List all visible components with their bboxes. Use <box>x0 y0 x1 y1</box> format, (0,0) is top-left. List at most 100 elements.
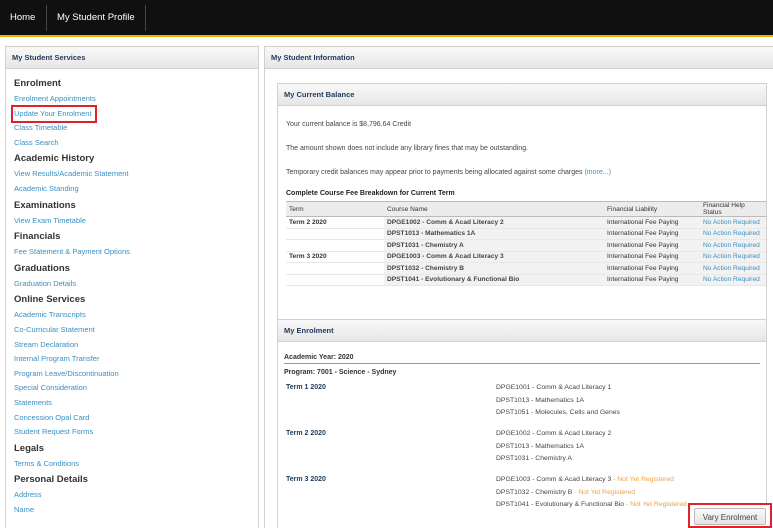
sidebar-section-heading: Online Services <box>14 294 86 306</box>
vary-enrolment-button[interactable]: Vary Enrolment <box>694 508 766 525</box>
cell-financial-help-status[interactable]: No Action Required <box>700 239 766 252</box>
enrolled-course: DPST1013 - Mathematics 1A <box>496 395 620 408</box>
cell-course-name: DPGE1003 - Comm & Acad Literacy 3 <box>384 251 604 263</box>
sidebar-section-heading: Financials <box>14 231 61 243</box>
sidebar-link-co-curricular-statement[interactable]: Co-Curricular Statement <box>14 323 258 338</box>
not-yet-registered-status: - Not Yet Registered <box>572 488 636 496</box>
sidebar-link-statements[interactable]: Statements <box>14 396 258 411</box>
fee-breakdown-title: Complete Course Fee Breakdown for Curren… <box>286 190 455 197</box>
enrolled-course: DPST1032 - Chemistry B - Not Yet Registe… <box>496 487 687 500</box>
main-panel-title: My Student Information <box>265 47 773 69</box>
cell-financial-liability: International Fee Paying <box>604 228 700 240</box>
cell-term <box>286 262 384 275</box>
sidebar-link-class-timetable[interactable]: Class Timetable <box>14 121 258 136</box>
sidebar-link-enrolment-appointments[interactable]: Enrolment Appointments <box>14 92 258 107</box>
program-name: Program: 7001 - Science - Sydney <box>284 369 397 376</box>
course-name: DPST1013 - Mathematics 1A <box>496 442 585 450</box>
column-header-financial-help-status: Financial Help Status <box>700 201 766 217</box>
course-name: DPST1013 - Mathematics 1A <box>496 396 585 404</box>
term-block: Term 1 2020 DPGE1001 - Comm & Acad Litera… <box>284 382 766 422</box>
cell-financial-help-status[interactable]: No Action Required <box>700 228 766 240</box>
enrolled-course: DPGE1002 - Comm & Acad Literacy 2 <box>496 428 611 441</box>
balance-panel-title: My Current Balance <box>278 84 766 106</box>
table-row: DPST1031 - Chemistry A International Fee … <box>286 239 766 252</box>
not-yet-registered-status: - Not Yet Registered <box>624 501 687 508</box>
sidebar-link-terms-conditions[interactable]: Terms & Conditions <box>14 457 258 472</box>
term-course-list: DPGE1002 - Comm & Acad Literacy 2 DPST101… <box>496 428 611 466</box>
cell-term: Term 2 2020 <box>286 216 384 229</box>
column-header-course-name: Course Name <box>384 201 604 217</box>
academic-year: Academic Year: 2020 <box>284 352 760 364</box>
sidebar-section-heading: Enrolment <box>14 78 61 89</box>
temporary-credit-text: Temporary credit balances may appear pri… <box>286 169 583 176</box>
sidebar-link-program-leave-discontinuation[interactable]: Program Leave/Discontinuation <box>14 367 258 382</box>
column-header-term: Term <box>286 201 384 217</box>
cell-financial-liability: International Fee Paying <box>604 274 700 286</box>
cell-term <box>286 228 384 240</box>
course-name: DPGE1003 - Comm & Acad Literacy 3 <box>496 476 612 483</box>
sidebar-link-fee-statement-payment-options[interactable]: Fee Statement & Payment Options <box>14 245 258 260</box>
term-label: Term 2 2020 <box>286 430 326 437</box>
balance-amount-text: Your current balance is $8,796.64 Credit <box>286 121 412 128</box>
table-row: DPST1041 - Evolutionary & Functional Bio… <box>286 274 766 286</box>
enrolled-course: DPGE1003 - Comm & Acad Literacy 3 - Not … <box>496 474 687 487</box>
cell-financial-help-status[interactable]: No Action Required <box>700 262 766 275</box>
sidebar-link-update-your-enrolment[interactable]: Update Your Enrolment <box>11 104 97 124</box>
course-name: DPGE1002 - Comm & Acad Literacy 2 <box>496 430 612 437</box>
more-link[interactable]: (more...) <box>584 169 610 176</box>
cell-financial-liability: International Fee Paying <box>604 251 700 263</box>
not-yet-registered-status: - Not Yet Registered <box>611 476 674 483</box>
enrolled-course: DPST1013 - Mathematics 1A <box>496 441 611 454</box>
my-enrolment-panel: My Enrolment Academic Year: 2020 Program… <box>277 319 767 528</box>
sidebar-menu: Enrolment Enrolment Appointments Update Yo… <box>6 69 258 517</box>
sidebar-link-class-search[interactable]: Class Search <box>14 136 258 151</box>
enrolment-panel-title: My Enrolment <box>278 320 766 342</box>
cell-term <box>286 274 384 286</box>
course-name: DPST1051 - Molecules, Cells and Genes <box>496 409 620 416</box>
cell-financial-liability: International Fee Paying <box>604 262 700 275</box>
top-nav-bar: Home My Student Profile <box>0 0 773 37</box>
sidebar-link-address[interactable]: Address <box>14 488 258 503</box>
highlighted-link-wrapper: Update Your Enrolment <box>11 104 258 124</box>
sidebar-link-stream-declaration[interactable]: Stream Declaration <box>14 338 258 353</box>
sidebar-link-graduation-details[interactable]: Graduation Details <box>14 277 258 292</box>
sidebar-link-internal-program-transfer[interactable]: Internal Program Transfer <box>14 352 258 367</box>
sidebar-link-student-request-forms[interactable]: Student Request Forms <box>14 425 258 440</box>
table-row: Term 2 2020 DPGE1002 - Comm & Acad Litera… <box>286 216 766 229</box>
fee-table-header-row: Term Course Name Financial Liability Fin… <box>286 201 766 217</box>
sidebar-section-heading: Personal Details <box>14 474 88 486</box>
course-name: DPST1041 - Evolutionary & Functional Bio <box>496 501 625 508</box>
student-information-panel: My Student Information My Current Balanc… <box>264 46 773 528</box>
cell-course-name: DPST1032 - Chemistry B <box>384 262 604 275</box>
cell-financial-help-status[interactable]: No Action Required <box>700 274 766 286</box>
term-label: Term 1 2020 <box>286 384 326 391</box>
term-course-list: DPGE1003 - Comm & Acad Literacy 3 - Not … <box>496 474 687 512</box>
term-enrolment-list: Term 1 2020 DPGE1001 - Comm & Acad Litera… <box>284 382 766 514</box>
enrolled-course: DPST1041 - Evolutionary & Functional Bio… <box>496 499 687 512</box>
cell-financial-liability: International Fee Paying <box>604 239 700 252</box>
sidebar-title: My Student Services <box>6 47 258 69</box>
sidebar-link-academic-standing[interactable]: Academic Standing <box>14 182 258 197</box>
nav-home-tab[interactable]: Home <box>0 5 45 31</box>
term-block: Term 2 2020 DPGE1002 - Comm & Acad Litera… <box>284 428 766 468</box>
enrolled-course: DPGE1001 - Comm & Acad Literacy 1 <box>496 382 620 395</box>
vary-enrolment-highlight: Vary Enrolment <box>688 503 772 528</box>
sidebar-link-concession-opal-card[interactable]: Concession Opal Card <box>14 411 258 426</box>
sidebar-link-name[interactable]: Name <box>14 503 258 518</box>
cell-financial-help-status[interactable]: No Action Required <box>700 216 766 229</box>
sidebar-link-academic-transcripts[interactable]: Academic Transcripts <box>14 308 258 323</box>
fee-breakdown-table: Term Course Name Financial Liability Fin… <box>286 201 766 286</box>
cell-course-name: DPST1041 - Evolutionary & Functional Bio <box>384 274 604 286</box>
sidebar-section-heading: Graduations <box>14 262 70 274</box>
sidebar-link-special-consideration[interactable]: Special Consideration <box>14 381 258 396</box>
sidebar-section-heading: Academic History <box>14 153 95 165</box>
student-services-sidebar: My Student Services Enrolment Enrolment A… <box>5 46 259 528</box>
enrolled-course: DPST1031 - Chemistry A <box>496 453 611 466</box>
table-row: DPST1013 - Mathematics 1A International F… <box>286 228 766 240</box>
cell-financial-help-status[interactable]: No Action Required <box>700 251 766 263</box>
cell-term <box>286 239 384 252</box>
sidebar-link-view-exam-timetable[interactable]: View Exam Timetable <box>14 214 258 229</box>
nav-my-student-profile-tab[interactable]: My Student Profile <box>46 5 146 31</box>
cell-financial-liability: International Fee Paying <box>604 216 700 229</box>
sidebar-link-view-results-academic-statement[interactable]: View Results/Academic Statement <box>14 167 258 182</box>
